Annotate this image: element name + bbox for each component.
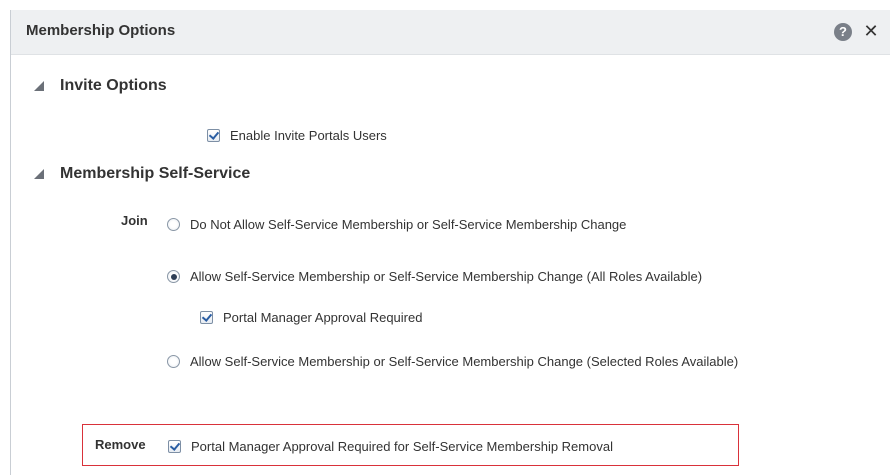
remove-label: Remove <box>95 437 146 452</box>
join-option-label[interactable]: Allow Self-Service Membership or Self-Se… <box>190 354 738 369</box>
join-option-label[interactable]: Do Not Allow Self-Service Membership or … <box>190 217 626 232</box>
invite-options-section-toggle[interactable]: Invite Options <box>34 77 234 97</box>
enable-invite-checkbox[interactable] <box>207 129 220 142</box>
self-service-section-toggle[interactable]: Membership Self-Service <box>34 165 334 185</box>
join-option-radio-disallow[interactable] <box>167 218 180 231</box>
enable-invite-label[interactable]: Enable Invite Portals Users <box>230 128 387 143</box>
join-option-radio-selected-roles[interactable] <box>167 355 180 368</box>
join-option-radio-all-roles[interactable] <box>167 270 180 283</box>
dialog-title: Membership Options <box>26 22 176 39</box>
close-icon[interactable]: ✕ <box>861 20 881 42</box>
join-option-row: Do Not Allow Self-Service Membership or … <box>167 215 757 235</box>
dialog-header: Membership Options ? ✕ <box>11 10 890 55</box>
self-service-title: Membership Self-Service <box>60 165 251 182</box>
manager-approval-label[interactable]: Portal Manager Approval Required <box>223 310 422 325</box>
manager-approval-checkbox[interactable] <box>200 311 213 324</box>
membership-options-dialog: Membership Options ? ✕ Invite Options En… <box>10 10 890 475</box>
join-option-label[interactable]: Allow Self-Service Membership or Self-Se… <box>190 269 702 284</box>
removal-approval-checkbox[interactable] <box>168 440 181 453</box>
help-icon[interactable]: ? <box>834 23 852 41</box>
join-option-row: Allow Self-Service Membership or Self-Se… <box>167 352 882 372</box>
join-label: Join <box>121 213 148 228</box>
collapse-triangle-icon <box>34 81 44 91</box>
join-option-row: Allow Self-Service Membership or Self-Se… <box>167 267 847 287</box>
removal-approval-label[interactable]: Portal Manager Approval Required for Sel… <box>191 439 613 454</box>
invite-options-title: Invite Options <box>60 77 167 94</box>
collapse-triangle-icon <box>34 169 44 179</box>
manager-approval-row: Portal Manager Approval Required <box>200 308 490 328</box>
enable-invite-row: Enable Invite Portals Users <box>207 126 467 146</box>
removal-approval-row: Portal Manager Approval Required for Sel… <box>168 437 728 457</box>
